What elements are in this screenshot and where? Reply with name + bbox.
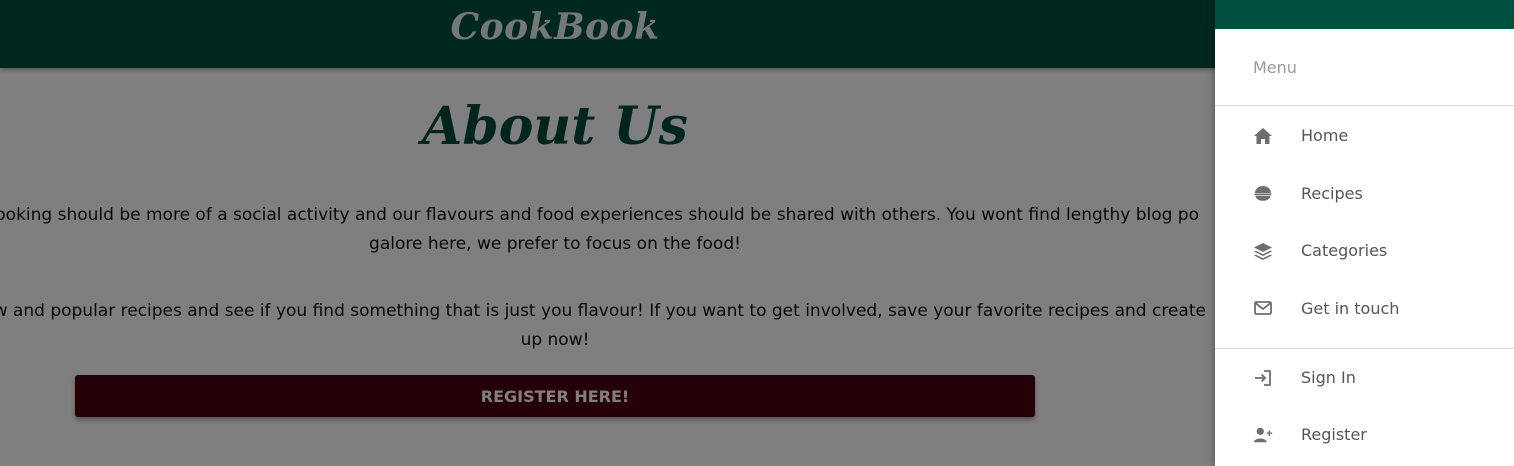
sidenav-item-categories[interactable]: Categories xyxy=(1215,222,1514,280)
sidenav-item-label: Home xyxy=(1301,126,1349,146)
sidenav-top-bar xyxy=(1215,0,1514,29)
page: CookBook About Us ve cooking should be m… xyxy=(0,0,1514,466)
sign-in-icon xyxy=(1253,368,1273,388)
sidenav-item-get-in-touch[interactable]: Get in touch xyxy=(1215,280,1514,338)
layers-icon xyxy=(1253,241,1273,261)
sidenav-item-recipes[interactable]: Recipes xyxy=(1215,165,1514,223)
sidenav-item-label: Get in touch xyxy=(1301,298,1400,318)
sidenav-account-links: Sign In Register xyxy=(1215,349,1514,463)
sidenav-main-links: Home Recipes Categories Get in touch xyxy=(1215,106,1514,337)
sidenav-item-label: Sign In xyxy=(1301,368,1356,387)
sidenav-item-sign-in[interactable]: Sign In xyxy=(1215,349,1514,406)
sidenav-item-label: Categories xyxy=(1301,241,1388,261)
home-icon xyxy=(1253,126,1273,146)
sidenav-menu-header: Menu xyxy=(1215,29,1514,106)
envelope-icon xyxy=(1253,298,1273,318)
sidenav: Menu Home Recipes Categories Get in touc… xyxy=(1215,0,1514,466)
sidenav-item-label: Recipes xyxy=(1301,183,1363,203)
recipe-bowl-icon xyxy=(1253,183,1273,203)
sidenav-item-label: Register xyxy=(1301,425,1367,444)
sidenav-item-register[interactable]: Register xyxy=(1215,406,1514,463)
user-plus-icon xyxy=(1253,425,1273,445)
sidenav-item-home[interactable]: Home xyxy=(1215,107,1514,165)
